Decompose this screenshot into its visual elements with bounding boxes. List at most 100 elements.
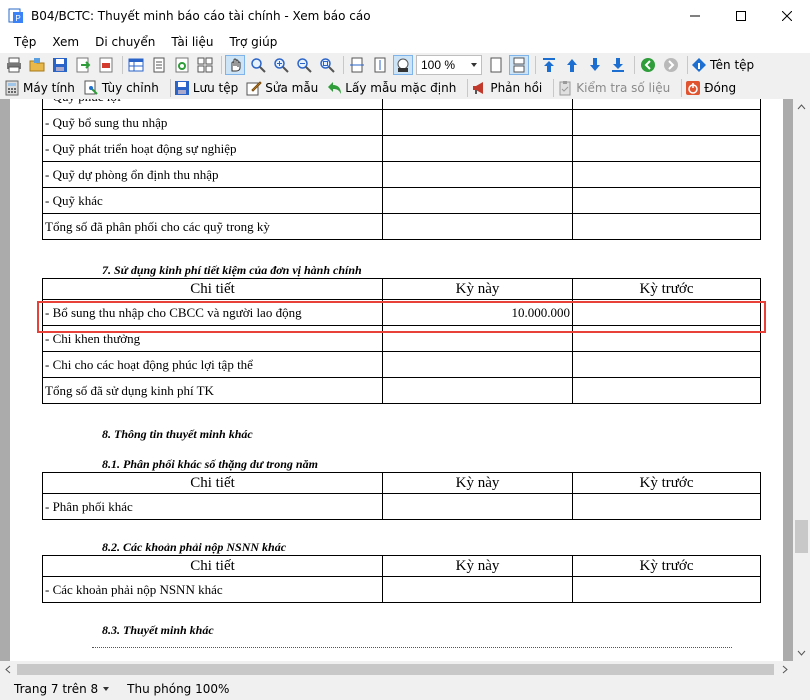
zoom-in-button[interactable] [271, 55, 291, 75]
row-label: Tổng số đã phân phối cho các quỹ trong k… [42, 213, 383, 240]
menu-navigate[interactable]: Di chuyển [87, 35, 163, 49]
page-width-button[interactable] [347, 55, 367, 75]
cell-previous[interactable] [572, 377, 761, 404]
minimize-button[interactable] [672, 0, 718, 31]
chevron-down-icon [103, 687, 110, 691]
edit-template-button[interactable]: Sửa mẫu [246, 80, 318, 96]
actual-size-button[interactable] [393, 55, 413, 75]
cell-current[interactable] [382, 576, 573, 603]
cell-current[interactable] [382, 493, 573, 520]
row-label: - Quỹ bổ sung thu nhập [42, 109, 383, 136]
calculator-button[interactable]: Máy tính [4, 80, 75, 96]
print-button[interactable] [4, 55, 24, 75]
export-button[interactable] [73, 55, 93, 75]
table-row: - Quỹ bổ sung thu nhập [42, 109, 761, 136]
first-page-button[interactable] [539, 55, 559, 75]
save-button[interactable] [50, 55, 70, 75]
menu-bar: Tệp Xem Di chuyển Tài liệu Trợ giúp [0, 31, 810, 53]
table-header-row: Chi tiết Kỳ này Kỳ trước [42, 278, 761, 300]
table-view-button[interactable] [126, 55, 146, 75]
window-title: B04/BCTC: Thuyết minh báo cáo tài chính … [31, 8, 371, 23]
header-detail: Chi tiết [42, 472, 383, 494]
row-label: - Chi cho các hoạt động phúc lợi tập thể [42, 351, 383, 378]
cell-previous[interactable] [572, 493, 761, 520]
last-page-button[interactable] [608, 55, 628, 75]
refresh-button[interactable] [172, 55, 192, 75]
cell-previous [572, 161, 761, 188]
filename-button[interactable]: Tên tệp [691, 57, 754, 73]
close-window-button[interactable] [764, 0, 810, 31]
zoom-value: 100 % [421, 58, 456, 72]
status-bar: Trang 7 trên 8 Thu phóng 100% [0, 678, 810, 700]
thumbnails-button[interactable] [195, 55, 215, 75]
previous-page-button[interactable] [562, 55, 582, 75]
save-template-button[interactable]: Lưu tệp [174, 80, 238, 96]
table-row: - Quỹ khác [42, 187, 761, 214]
default-template-label: Lấy mẫu mặc định [345, 81, 457, 95]
document-viewport[interactable]: - Quỹ phúc lợi - Quỹ bổ sung thu nhập - … [0, 99, 793, 661]
header-previous: Kỳ trước [572, 555, 761, 577]
table-row: - Quỹ phát triển hoạt động sự nghiệp [42, 135, 761, 162]
highlight-box [37, 301, 766, 333]
table-row: - Chi cho các hoạt động phúc lợi tập thể [42, 351, 761, 378]
edit-template-icon [246, 81, 262, 96]
header-current: Kỳ này [382, 555, 573, 577]
save-template-label: Lưu tệp [192, 81, 239, 95]
clipboard-check-icon [559, 81, 571, 96]
vertical-scrollbar[interactable] [793, 99, 810, 661]
zoom-fit-button[interactable] [317, 55, 337, 75]
continuous-page-icon [513, 57, 525, 73]
continuous-page-button[interactable] [509, 55, 529, 75]
zoom-status: Thu phóng 100% [127, 682, 230, 696]
menu-document[interactable]: Tài liệu [163, 35, 221, 49]
feedback-button[interactable]: Phản hồi [471, 80, 542, 96]
zoom-dropdown[interactable]: 100 % [416, 55, 482, 75]
default-template-button[interactable]: Lấy mẫu mặc định [326, 80, 456, 96]
hand-icon [231, 58, 241, 72]
row-label: - Quỹ khác [42, 187, 383, 214]
cell-previous[interactable] [572, 351, 761, 378]
app-icon: P [8, 8, 23, 23]
horizontal-scrollbar[interactable] [0, 661, 793, 678]
menu-help[interactable]: Trợ giúp [222, 35, 286, 49]
customize-button[interactable]: Tùy chỉnh [83, 80, 159, 96]
row-label: - Quỹ dự phòng ổn định thu nhập [42, 161, 383, 188]
cell-current[interactable] [382, 351, 573, 378]
open-button[interactable] [27, 55, 47, 75]
cell-current [382, 213, 573, 240]
menu-file[interactable]: Tệp [6, 35, 44, 49]
horizontal-scroll-thumb[interactable] [17, 664, 774, 675]
next-page-button[interactable] [585, 55, 605, 75]
back-icon [641, 58, 655, 72]
zoom-tool-button[interactable] [248, 55, 268, 75]
vertical-scroll-thumb[interactable] [795, 520, 808, 553]
title-bar: P B04/BCTC: Thuyết minh báo cáo tài chín… [0, 0, 810, 31]
toolbar-separator [553, 79, 555, 97]
maximize-button[interactable] [718, 0, 764, 31]
menu-view[interactable]: Xem [44, 35, 87, 49]
zoom-in-icon [274, 58, 289, 73]
cell-current[interactable] [382, 377, 573, 404]
zoom-out-button[interactable] [294, 55, 314, 75]
toolbar-separator [681, 79, 683, 97]
close-report-button[interactable]: Đóng [685, 80, 736, 96]
back-button[interactable] [638, 55, 658, 75]
export-pdf-button[interactable] [96, 55, 116, 75]
check-data-button[interactable]: Kiểm tra số liệu [557, 80, 670, 96]
page-indicator[interactable]: Trang 7 trên 8 [14, 682, 110, 696]
dotted-line [92, 647, 732, 648]
calculator-label: Máy tính [23, 81, 75, 95]
whole-page-button[interactable] [370, 55, 390, 75]
section-8-3-title: 8.3. Thuyết minh khác [102, 623, 214, 637]
page-width-icon [350, 57, 364, 73]
cell-current [382, 161, 573, 188]
single-page-button[interactable] [486, 55, 506, 75]
section-8-1-title: 8.1. Phân phối khác số thặng dư trong nă… [102, 457, 318, 471]
page-view-button[interactable] [149, 55, 169, 75]
maximize-icon [736, 10, 746, 21]
forward-button[interactable] [661, 55, 681, 75]
cell-previous [572, 187, 761, 214]
whole-page-icon [374, 57, 386, 73]
pan-tool-button[interactable] [225, 55, 245, 75]
cell-previous[interactable] [572, 576, 761, 603]
